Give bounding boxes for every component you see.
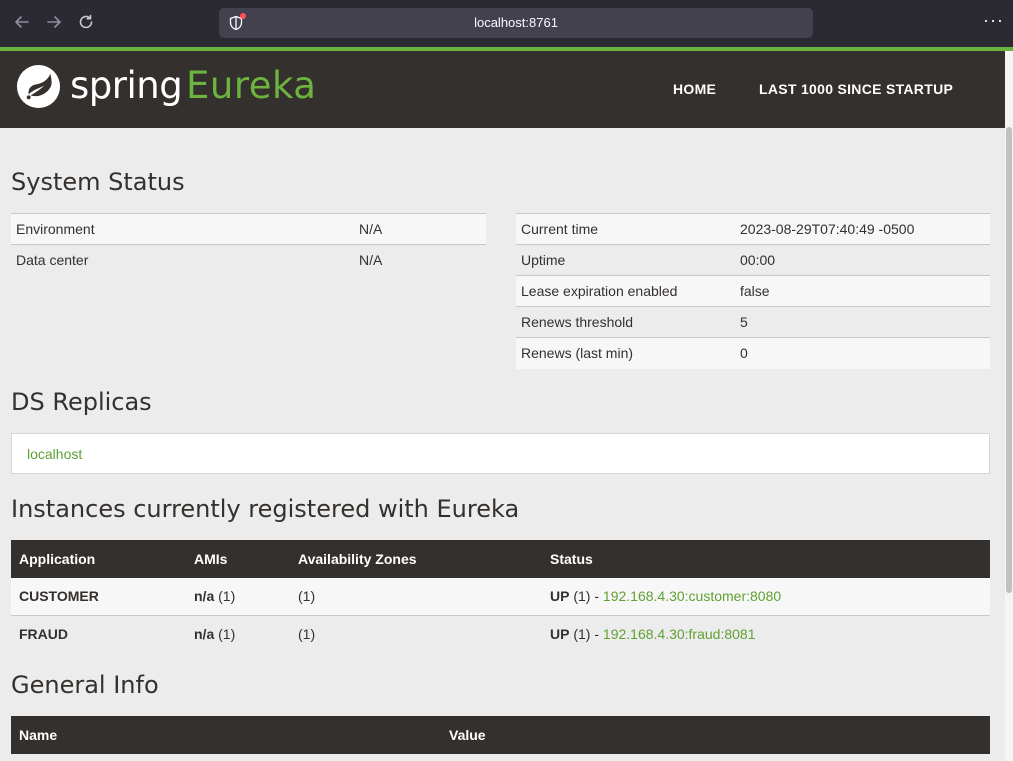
instances-heading: Instances currently registered with Eure… [11,495,520,523]
table-row: Current time 2023-08-29T07:40:49 -0500 [516,213,990,245]
scrollbar[interactable] [1005,51,1013,761]
status-label: Data center [11,244,354,276]
ami-value: n/a [194,625,215,642]
table-row: Environment N/A [11,213,486,245]
spring-leaf-logo-icon[interactable] [15,63,62,110]
app-header: spring Eureka HOME LAST 1000 SINCE START… [0,51,1005,128]
status-count: (1) - [569,625,603,642]
column-header: Availability Zones [290,540,542,578]
ami-count: (1) [214,588,236,605]
general-info-table: Name Value [11,716,990,754]
ds-replicas-heading: DS Replicas [11,388,152,416]
zones-cell: (1) [290,614,542,652]
table-row: Renews threshold 5 [516,306,990,338]
column-header: Application [11,540,186,578]
status-cell: UP (1) - 192.168.4.30:fraud:8081 [542,614,990,652]
zones-cell: (1) [290,578,542,615]
table-header-row: Name Value [11,716,990,754]
more-horizontal-icon[interactable]: ··· [983,10,1004,31]
status-label: Renews (last min) [516,337,735,369]
arrow-left-icon[interactable] [12,12,32,32]
ds-replicas-list: localhost [11,433,990,474]
status-value: 00:00 [735,244,990,276]
status-value: 2023-08-29T07:40:49 -0500 [735,213,990,245]
status-label: Lease expiration enabled [516,275,735,307]
table-row: Renews (last min) 0 [516,337,990,369]
system-status-heading: System Status [11,168,185,196]
status-count: (1) - [569,588,603,605]
url-text[interactable]: localhost:8761 [219,15,813,30]
replica-link[interactable]: localhost [27,446,82,462]
table-header-row: Application AMIs Availability Zones Stat… [11,540,990,578]
column-header: Status [542,540,990,578]
logo-spring-text: spring [70,64,183,107]
ami-value: n/a [194,588,215,605]
logo-eureka-text: Eureka [186,64,317,107]
system-status-left-table: Environment N/A Data center N/A [11,213,486,276]
instance-link[interactable]: 192.168.4.30:customer:8080 [603,588,781,604]
browser-toolbar: localhost:8761 ··· [0,0,1013,47]
table-row: Uptime 00:00 [516,244,990,276]
nav-last-1000-link[interactable]: LAST 1000 SINCE STARTUP [759,81,953,97]
scrollbar-thumb[interactable] [1006,127,1012,593]
arrow-right-icon[interactable] [44,12,64,32]
reload-icon[interactable] [76,12,96,32]
application-name: CUSTOMER [11,578,186,615]
ami-count: (1) [214,625,236,642]
status-value: UP [550,588,570,605]
ami-cell: n/a (1) [186,614,290,652]
table-row: FRAUD n/a (1) (1) UP (1) - 192.168.4.30:… [11,614,990,652]
column-header: Name [11,716,441,754]
column-header: Value [441,716,990,754]
instance-link[interactable]: 192.168.4.30:fraud:8081 [603,626,756,642]
application-name: FRAUD [11,614,186,652]
nav-home-link[interactable]: HOME [673,81,716,97]
address-bar[interactable]: localhost:8761 [219,8,813,38]
status-cell: UP (1) - 192.168.4.30:customer:8080 [542,578,990,615]
system-status-right-table: Current time 2023-08-29T07:40:49 -0500 U… [516,213,990,369]
table-row: CUSTOMER n/a (1) (1) UP (1) - 192.168.4.… [11,578,990,615]
column-header: AMIs [186,540,290,578]
instances-table: Application AMIs Availability Zones Stat… [11,540,990,652]
status-label: Renews threshold [516,306,735,338]
status-value: N/A [354,244,486,276]
status-label: Current time [516,213,735,245]
status-value: 0 [735,337,990,369]
status-value: 5 [735,306,990,338]
status-label: Uptime [516,244,735,276]
ami-cell: n/a (1) [186,578,290,615]
status-value: N/A [354,213,486,245]
status-value: false [735,275,990,307]
table-row: Lease expiration enabled false [516,275,990,307]
table-row: Data center N/A [11,244,486,276]
status-value: UP [550,625,570,642]
status-label: Environment [11,213,354,245]
general-info-heading: General Info [11,671,159,699]
